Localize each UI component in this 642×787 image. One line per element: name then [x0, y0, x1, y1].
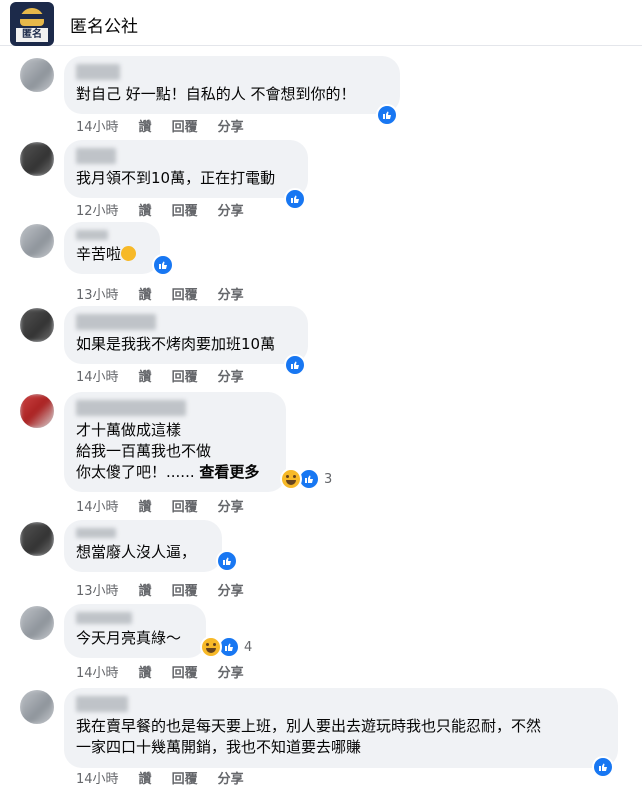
- reply-button[interactable]: 回覆: [172, 768, 198, 787]
- commenter-name-redacted[interactable]: [76, 148, 116, 164]
- page-avatar-text: 匿名: [16, 28, 48, 42]
- avatar[interactable]: [20, 522, 54, 556]
- reaction-summary[interactable]: 3: [280, 468, 332, 490]
- like-button[interactable]: 讚: [139, 662, 152, 681]
- comment-text: 想當廢人沒人逼，: [76, 543, 197, 561]
- like-button[interactable]: 讚: [139, 200, 152, 219]
- share-button[interactable]: 分享: [218, 580, 244, 599]
- reply-button[interactable]: 回覆: [172, 116, 198, 135]
- avatar[interactable]: [20, 58, 54, 92]
- share-button[interactable]: 分享: [218, 284, 244, 303]
- like-button[interactable]: 讚: [139, 284, 152, 303]
- comment-time[interactable]: 13小時: [76, 284, 119, 303]
- comment-bubble: 我在賣早餐的也是每天要上班，別人要出去遊玩時我也只能忍耐，不然 一家四口十幾萬開…: [64, 688, 618, 768]
- like-button[interactable]: 讚: [139, 366, 152, 385]
- avatar[interactable]: [20, 224, 54, 258]
- comment-text: 才十萬做成這樣 給我一百萬我也不做 你太傻了吧！...... 查看更多: [76, 421, 260, 481]
- comment-bubble: 辛苦啦: [64, 222, 160, 274]
- page-header: 匿名 匿名公社: [0, 0, 642, 46]
- comment-bubble: 才十萬做成這樣 給我一百萬我也不做 你太傻了吧！...... 查看更多: [64, 392, 286, 492]
- comment-actions: 14小時 讚 回覆 分享: [76, 496, 264, 515]
- page-avatar[interactable]: 匿名: [10, 2, 54, 46]
- like-button[interactable]: 讚: [139, 496, 152, 515]
- avatar[interactable]: [20, 142, 54, 176]
- reaction-summary[interactable]: [152, 254, 174, 276]
- comment-actions: 14小時 讚 回覆 分享: [76, 662, 264, 681]
- page-title[interactable]: 匿名公社: [70, 12, 138, 37]
- reaction-summary[interactable]: [216, 550, 238, 572]
- reply-button[interactable]: 回覆: [172, 366, 198, 385]
- comment-time[interactable]: 14小時: [76, 768, 119, 787]
- like-reaction-icon: [216, 550, 238, 572]
- commenter-name-redacted[interactable]: [76, 696, 128, 712]
- like-button[interactable]: 讚: [139, 580, 152, 599]
- commenter-name-redacted[interactable]: [76, 528, 116, 538]
- reply-button[interactable]: 回覆: [172, 284, 198, 303]
- comment-time[interactable]: 14小時: [76, 496, 119, 515]
- like-reaction-icon: [592, 756, 614, 778]
- comment-text: 辛苦啦: [76, 244, 148, 265]
- comment-time[interactable]: 13小時: [76, 580, 119, 599]
- laughing-emoji-icon: [121, 246, 137, 261]
- like-reaction-icon: [284, 188, 306, 210]
- comment-bubble: 我月領不到10萬，正在打電動: [64, 140, 308, 198]
- share-button[interactable]: 分享: [218, 116, 244, 135]
- share-button[interactable]: 分享: [218, 768, 244, 787]
- comment-text: 今天月亮真綠～: [76, 629, 182, 647]
- comment-actions: 14小時 讚 回覆 分享: [76, 768, 264, 787]
- comment-actions: 14小時 讚 回覆 分享: [76, 366, 264, 385]
- mascot-mask-band: [18, 14, 46, 19]
- haha-reaction-icon: [200, 636, 222, 658]
- commenter-name-redacted[interactable]: [76, 230, 108, 240]
- commenter-name-redacted[interactable]: [76, 400, 186, 416]
- comment-actions: 12小時 讚 回覆 分享: [76, 200, 264, 219]
- comment-bubble: 如果是我我不烤肉要加班10萬: [64, 306, 308, 364]
- like-button[interactable]: 讚: [139, 768, 152, 787]
- reply-button[interactable]: 回覆: [172, 662, 198, 681]
- comment-text: 對自己 好一點！自私的人 不會想到你的！: [76, 85, 356, 103]
- share-button[interactable]: 分享: [218, 496, 244, 515]
- comment-actions: 14小時 讚 回覆 分享: [76, 116, 264, 135]
- reaction-count: 3: [324, 471, 333, 487]
- reaction-count: 4: [244, 639, 253, 655]
- reaction-summary[interactable]: [376, 104, 398, 126]
- comment-time[interactable]: 14小時: [76, 366, 119, 385]
- comment-time[interactable]: 14小時: [76, 116, 119, 135]
- avatar[interactable]: [20, 606, 54, 640]
- comment-actions: 13小時 讚 回覆 分享: [76, 284, 264, 303]
- commenter-name-redacted[interactable]: [76, 612, 132, 624]
- share-button[interactable]: 分享: [218, 200, 244, 219]
- comment-text: 如果是我我不烤肉要加班10萬: [76, 335, 276, 353]
- comment-bubble: 想當廢人沒人逼，: [64, 520, 222, 572]
- commenter-name-redacted[interactable]: [76, 64, 120, 80]
- comment-text: 我月領不到10萬，正在打電動: [76, 169, 276, 187]
- comment-bubble: 對自己 好一點！自私的人 不會想到你的！: [64, 56, 400, 114]
- reaction-summary[interactable]: [592, 756, 614, 778]
- reaction-summary[interactable]: [284, 354, 306, 376]
- share-button[interactable]: 分享: [218, 366, 244, 385]
- reaction-summary[interactable]: 4: [200, 636, 252, 658]
- avatar[interactable]: [20, 690, 54, 724]
- comment-text: 我在賣早餐的也是每天要上班，別人要出去遊玩時我也只能忍耐，不然 一家四口十幾萬開…: [76, 717, 542, 756]
- like-reaction-icon: [284, 354, 306, 376]
- like-reaction-icon: [152, 254, 174, 276]
- like-reaction-icon: [376, 104, 398, 126]
- avatar[interactable]: [20, 308, 54, 342]
- haha-reaction-icon: [280, 468, 302, 490]
- like-button[interactable]: 讚: [139, 116, 152, 135]
- reply-button[interactable]: 回覆: [172, 496, 198, 515]
- reply-button[interactable]: 回覆: [172, 200, 198, 219]
- comment-actions: 13小時 讚 回覆 分享: [76, 580, 264, 599]
- comment-time[interactable]: 12小時: [76, 200, 119, 219]
- share-button[interactable]: 分享: [218, 662, 244, 681]
- see-more-link[interactable]: 查看更多: [199, 463, 259, 481]
- reply-button[interactable]: 回覆: [172, 580, 198, 599]
- commenter-name-redacted[interactable]: [76, 314, 156, 330]
- comment-time[interactable]: 14小時: [76, 662, 119, 681]
- comment-bubble: 今天月亮真綠～: [64, 604, 206, 658]
- reaction-summary[interactable]: [284, 188, 306, 210]
- avatar[interactable]: [20, 394, 54, 428]
